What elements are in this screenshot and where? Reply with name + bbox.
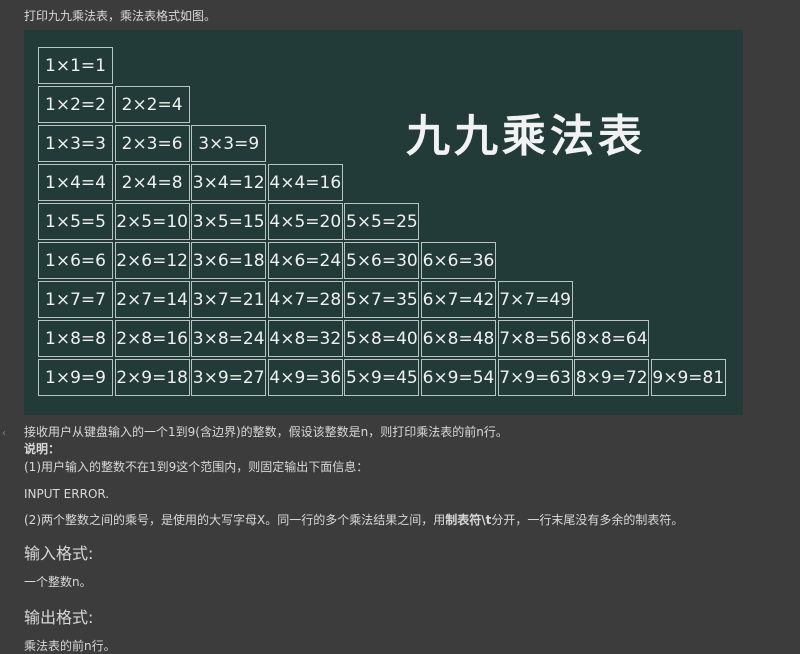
table-cell: 6×9=54: [421, 359, 496, 396]
table-cell: 8×8=64: [574, 320, 650, 357]
table-cell: 8×9=72: [574, 359, 650, 396]
table-cell: 1×6=6: [38, 242, 113, 279]
board-title: 九九乘法表: [406, 111, 646, 162]
table-cell: 2×4=8: [114, 164, 190, 201]
output-text: 乘法表的前n行。: [24, 639, 116, 653]
input-heading: 输入格式:: [24, 544, 94, 563]
table-cell: 3×8=24: [191, 320, 267, 357]
table-cell: 7×9=63: [497, 359, 573, 396]
table-cell: 2×2=4: [114, 86, 190, 123]
table-cell: 3×4=12: [191, 164, 267, 201]
table-cell: 6×7=42: [421, 281, 496, 318]
note-2-pre: (2)两个整数之间的乘号，是使用的大写字母X。同一行的多个乘法结果之间，用: [24, 513, 446, 527]
table-cell: 6×8=48: [421, 320, 496, 357]
note-2: (2)两个整数之间的乘号，是使用的大写字母X。同一行的多个乘法结果之间，用制表符…: [24, 512, 683, 528]
table-cell: 4×9=36: [267, 359, 343, 396]
table-cell: 1×7=7: [38, 281, 113, 318]
description-text: 接收用户从键盘输入的一个1到9(含边界)的整数，假设该整数是n，则打印乘法表的前…: [24, 425, 508, 439]
table-cell: 1×4=4: [38, 164, 113, 201]
table-cell: 2×7=14: [114, 281, 190, 318]
table-cell: 7×8=56: [497, 320, 573, 357]
table-cell: 9×9=81: [650, 359, 726, 396]
table-cell: 1×3=3: [38, 125, 113, 162]
table-cell: 1×1=1: [38, 47, 113, 84]
table-cell: 1×9=9: [38, 359, 113, 396]
chevron-left-icon[interactable]: ‹: [2, 428, 6, 439]
table-cell: 6×6=36: [421, 242, 496, 279]
table-cell: 4×5=20: [267, 203, 343, 240]
table-cell: 7×7=49: [497, 281, 573, 318]
note-label: 说明：: [24, 442, 61, 456]
note-2-tab: 制表符\t: [445, 513, 492, 527]
table-cell: 1×2=2: [38, 86, 113, 123]
table-cell: 3×9=27: [191, 359, 267, 396]
intro-text: 打印九九乘法表，乘法表格式如图。: [24, 9, 217, 23]
input-text: 一个整数n。: [24, 575, 92, 589]
table-cell: 5×5=25: [344, 203, 420, 240]
problem-content: 打印九九乘法表，乘法表格式如图。 九九乘法表 1×1=1 1×2=2 2×2=4 1×…: [24, 0, 784, 653]
table-cell: 1×5=5: [38, 203, 113, 240]
error-text: INPUT ERROR.: [24, 487, 110, 501]
table-cell: 3×7=21: [191, 281, 267, 318]
note-1: (1)用户输入的整数不在1到9这个范围内，则固定输出下面信息：: [24, 460, 369, 474]
table-cell: 1×8=8: [38, 320, 113, 357]
table-cell: 4×7=28: [267, 281, 343, 318]
note-2-post: 分开，一行末尾没有多余的制表符。: [491, 513, 684, 527]
table-cell: 2×5=10: [114, 203, 190, 240]
table-cell: 3×5=15: [191, 203, 267, 240]
table-cell: 4×4=16: [267, 164, 343, 201]
output-heading: 输出格式:: [24, 608, 94, 627]
table-cell: 5×6=30: [344, 242, 420, 279]
table-cell: 4×8=32: [267, 320, 343, 357]
table-cell: 2×8=16: [114, 320, 190, 357]
table-cell: 5×7=35: [344, 281, 420, 318]
table-cell: 3×6=18: [191, 242, 267, 279]
multiplication-table-image: 九九乘法表 1×1=1 1×2=2 2×2=4 1×3=3 2×3=6 3×3=9 1×4=…: [24, 30, 743, 415]
table-cell: 5×8=40: [344, 320, 420, 357]
table-cell: 2×3=6: [114, 125, 190, 162]
table-cell: 5×9=45: [344, 359, 420, 396]
table-cell: 2×9=18: [114, 359, 190, 396]
table-cell: 4×6=24: [267, 242, 343, 279]
table-cell: 3×3=9: [191, 125, 267, 162]
table-cell: 2×6=12: [114, 242, 190, 279]
